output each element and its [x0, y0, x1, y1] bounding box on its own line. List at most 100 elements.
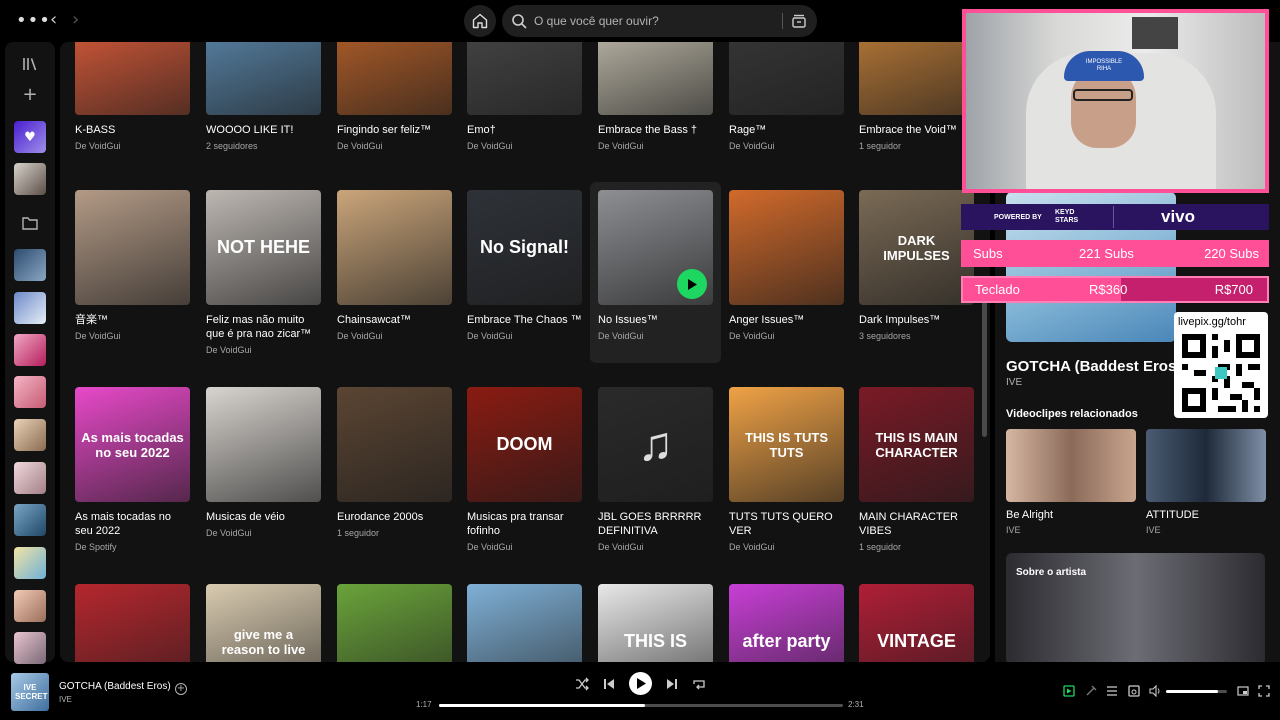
- playlist-card[interactable]: As mais tocadas no seu 2022 As mais tocad…: [75, 387, 190, 553]
- playlist-title[interactable]: Embrace the Bass †: [598, 123, 713, 137]
- playlist-cover[interactable]: THIS IS MAIN CHARACTER: [859, 387, 974, 502]
- player-title[interactable]: GOTCHA (Baddest Eros): [59, 681, 171, 692]
- playlist-card[interactable]: No Issues™ De VoidGui: [598, 190, 713, 342]
- playlist-cover[interactable]: [206, 387, 321, 502]
- play-button[interactable]: [629, 672, 652, 695]
- playlist-card[interactable]: Musicas de véio De VoidGui: [206, 387, 321, 539]
- playlist-cover[interactable]: ♫: [598, 387, 713, 502]
- playlist-title[interactable]: Anger Issues™: [729, 313, 844, 327]
- main-scrollbar[interactable]: [982, 292, 987, 437]
- video-thumb[interactable]: [1006, 429, 1136, 502]
- playlist-title[interactable]: MAIN CHARACTER VIBES: [859, 510, 974, 538]
- playlist-title[interactable]: Embrace The Chaos ™: [467, 313, 582, 327]
- playlist-cover[interactable]: after party: [729, 584, 844, 662]
- playlist-card[interactable]: Anger Issues™ De VoidGui: [729, 190, 844, 342]
- playlist-card[interactable]: K-BASS De VoidGui: [75, 42, 190, 152]
- playlist-title[interactable]: Rage™: [729, 123, 844, 137]
- now-playing-title[interactable]: GOTCHA (Baddest Eros): [1006, 358, 1181, 375]
- library-item-thumb[interactable]: [14, 419, 46, 451]
- playlist-title[interactable]: Feliz mas não muito que é pra nao zicar™: [206, 313, 321, 341]
- playlist-cover[interactable]: DARK IMPULSES: [859, 190, 974, 305]
- add-icon[interactable]: +: [18, 82, 42, 106]
- player-artist[interactable]: IVE: [59, 695, 72, 704]
- volume-icon[interactable]: [1149, 685, 1161, 697]
- playlist-cover[interactable]: NOT HEHE: [206, 190, 321, 305]
- playlist-cover[interactable]: [729, 190, 844, 305]
- more-icon[interactable]: •••: [16, 10, 51, 31]
- playlist-cover[interactable]: [859, 42, 974, 115]
- playlist-card[interactable]: give me a reason to live: [206, 584, 321, 662]
- playlist-title[interactable]: Chainsawcat™: [337, 313, 452, 327]
- playlist-cover[interactable]: [598, 42, 713, 115]
- library-item-thumb[interactable]: [14, 292, 46, 324]
- now-playing-artist[interactable]: IVE: [1006, 377, 1022, 388]
- library-item-thumb[interactable]: [14, 249, 46, 281]
- playlist-title[interactable]: JBL GOES BRRRRR DEFINITIVA: [598, 510, 713, 538]
- playlist-cover[interactable]: VINTAGE: [859, 584, 974, 662]
- playlist-title[interactable]: Musicas pra transar fofinho: [467, 510, 582, 538]
- playlist-card[interactable]: No Signal! Embrace The Chaos ™ De VoidGui: [467, 190, 582, 342]
- search-bar[interactable]: O que você quer ouvir?: [502, 5, 817, 37]
- shuffle-icon[interactable]: [575, 677, 589, 691]
- playlist-card[interactable]: WOOOO LIKE IT! 2 seguidores: [206, 42, 321, 152]
- playlist-title[interactable]: K-BASS: [75, 123, 190, 137]
- video-title[interactable]: Be Alright: [1006, 509, 1053, 521]
- playlist-card[interactable]: THIS IS MAIN CHARACTER MAIN CHARACTER VIB…: [859, 387, 974, 553]
- playlist-card[interactable]: Embrace the Void™ 1 seguidor: [859, 42, 974, 152]
- library-item-thumb[interactable]: [14, 547, 46, 579]
- playlist-cover[interactable]: As mais tocadas no seu 2022: [75, 387, 190, 502]
- search-input[interactable]: O que você quer ouvir?: [534, 14, 659, 28]
- playlist-card[interactable]: [337, 584, 452, 662]
- library-item-thumb[interactable]: [14, 590, 46, 622]
- playlist-cover[interactable]: DOOM: [467, 387, 582, 502]
- library-item-thumb[interactable]: [14, 163, 46, 195]
- playlist-card[interactable]: Fingindo ser feliz™ De VoidGui: [337, 42, 452, 152]
- volume-track[interactable]: [1166, 690, 1227, 693]
- player-cover[interactable]: IVE SECRET: [11, 673, 49, 711]
- home-button[interactable]: [464, 5, 496, 37]
- folder-icon[interactable]: [18, 211, 42, 235]
- library-item-thumb[interactable]: [14, 462, 46, 494]
- liked-songs-thumb[interactable]: ♥: [14, 121, 46, 153]
- playlist-title[interactable]: Embrace the Void™: [859, 123, 974, 137]
- progress-track[interactable]: [439, 704, 843, 707]
- playlist-title[interactable]: 音楽™: [75, 313, 190, 327]
- library-item-thumb[interactable]: [14, 334, 46, 366]
- connect-device-icon[interactable]: [1128, 685, 1140, 697]
- video-title[interactable]: ATTITUDE: [1146, 509, 1199, 521]
- playlist-card[interactable]: THIS IS TUTS TUTS TUTS TUTS QUERO VER De V…: [729, 387, 844, 553]
- playlist-title[interactable]: TUTS TUTS QUERO VER: [729, 510, 844, 538]
- playlist-title[interactable]: Dark Impulses™: [859, 313, 974, 327]
- library-item-thumb[interactable]: [14, 376, 46, 408]
- playlist-title[interactable]: As mais tocadas no seu 2022: [75, 510, 190, 538]
- playlist-card[interactable]: [75, 584, 190, 662]
- playlist-card[interactable]: Emo† De VoidGui: [467, 42, 582, 152]
- playlist-title[interactable]: Musicas de véio: [206, 510, 321, 524]
- forward-icon[interactable]: ›: [72, 9, 79, 30]
- playlist-cover[interactable]: [598, 190, 713, 305]
- playlist-card[interactable]: 音楽™ De VoidGui: [75, 190, 190, 342]
- playlist-card[interactable]: ♫ JBL GOES BRRRRR DEFINITIVA De VoidGui: [598, 387, 713, 553]
- queue-icon[interactable]: [1106, 685, 1118, 697]
- playlist-title[interactable]: Emo†: [467, 123, 582, 137]
- repeat-icon[interactable]: [692, 677, 706, 691]
- playlist-cover[interactable]: [75, 42, 190, 115]
- now-playing-view-icon[interactable]: [1063, 685, 1075, 697]
- library-icon[interactable]: [18, 52, 42, 76]
- fullscreen-icon[interactable]: [1258, 685, 1270, 697]
- playlist-cover[interactable]: No Signal!: [467, 190, 582, 305]
- playlist-title[interactable]: Eurodance 2000s: [337, 510, 452, 524]
- playlist-title[interactable]: No Issues™: [598, 313, 713, 327]
- playlist-card[interactable]: [467, 584, 582, 662]
- playlist-card[interactable]: VINTAGE: [859, 584, 974, 662]
- playlist-card[interactable]: Eurodance 2000s 1 seguidor: [337, 387, 452, 539]
- playlist-cover[interactable]: [729, 42, 844, 115]
- playlist-cover[interactable]: [337, 584, 452, 662]
- playlist-card[interactable]: DOOM Musicas pra transar fofinho De VoidGu…: [467, 387, 582, 553]
- playlist-card[interactable]: THIS IS: [598, 584, 713, 662]
- back-icon[interactable]: ‹: [50, 9, 57, 30]
- playlist-card[interactable]: DARK IMPULSES Dark Impulses™ 3 seguidores: [859, 190, 974, 342]
- playlist-card[interactable]: NOT HEHE Feliz mas não muito que é pra na…: [206, 190, 321, 356]
- playlist-cover[interactable]: [337, 42, 452, 115]
- playlist-cover[interactable]: THIS IS TUTS TUTS: [729, 387, 844, 502]
